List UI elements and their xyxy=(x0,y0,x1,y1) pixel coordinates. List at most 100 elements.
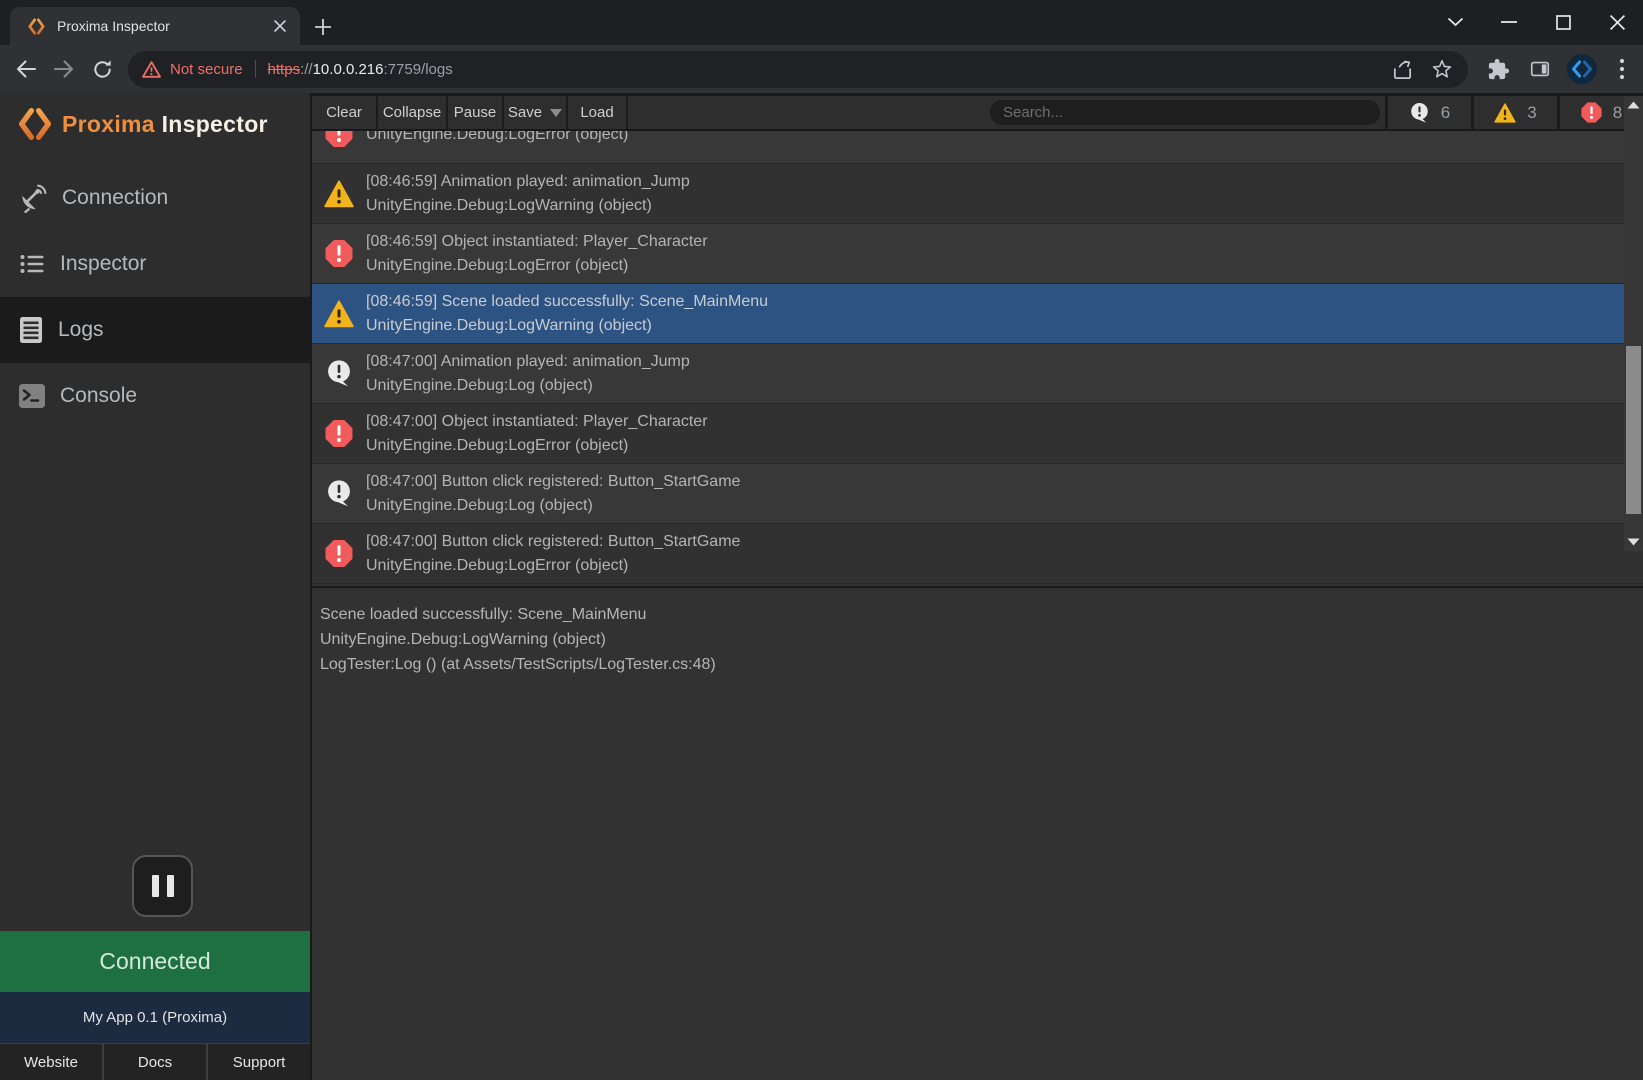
info-count: 6 xyxy=(1441,103,1450,123)
url-separator xyxy=(255,60,256,78)
app-logo: Proxima Inspector xyxy=(18,107,268,141)
connected-app-label: My App 0.1 (Proxima) xyxy=(0,992,310,1043)
error-log-icon xyxy=(1581,102,1602,123)
url-scheme: https xyxy=(268,61,301,78)
proxima-logo-icon xyxy=(18,107,52,141)
logs-toolbar: Clear Collapse Pause Save Load 6 3 8 xyxy=(312,96,1643,131)
log-message: [08:46:59] Scene loaded successfully: Sc… xyxy=(366,290,768,313)
load-button[interactable]: Load xyxy=(568,96,628,129)
browser-navbar: Not secure https://10.0.0.216:7759/logs xyxy=(0,45,1643,93)
browser-titlebar: Proxima Inspector xyxy=(0,0,1643,45)
connection-icon xyxy=(18,183,48,213)
support-link[interactable]: Support xyxy=(206,1044,310,1080)
log-source: UnityEngine.Debug:LogError (object) xyxy=(366,554,740,577)
save-dropdown-icon[interactable] xyxy=(550,109,562,117)
url-scheme-sep: :// xyxy=(300,61,313,78)
inspector-icon xyxy=(18,250,46,278)
sidebar-item-console[interactable]: Console xyxy=(0,363,310,429)
error-log-icon xyxy=(312,224,366,283)
log-row[interactable]: UnityEngine.Debug:LogError (object) xyxy=(312,131,1643,164)
sidebar-item-label: Console xyxy=(60,384,137,408)
sidebar-item-logs[interactable]: Logs xyxy=(0,297,310,363)
sidebar-footer: Website Docs Support xyxy=(0,1043,310,1080)
pause-icon xyxy=(152,875,159,897)
website-link[interactable]: Website xyxy=(0,1044,102,1080)
sidebar-item-label: Logs xyxy=(58,318,104,342)
tab-search-chevron-icon[interactable] xyxy=(1443,10,1467,34)
sidebar: Proxima Inspector Connection Inspector Log… xyxy=(0,93,310,1080)
log-detail-panel: Scene loaded successfully: Scene_MainMen… xyxy=(312,588,1643,1080)
tab-close-icon[interactable] xyxy=(270,16,290,36)
info-log-icon xyxy=(312,464,366,523)
tab-title: Proxima Inspector xyxy=(57,18,270,34)
sidebar-item-label: Inspector xyxy=(60,252,146,276)
browser-menu-icon[interactable] xyxy=(1610,57,1634,81)
browser-tab[interactable]: Proxima Inspector xyxy=(10,7,300,45)
info-log-icon xyxy=(1409,102,1430,124)
favicon-proxima-icon xyxy=(28,18,45,35)
log-row[interactable]: [08:47:00] Animation played: animation_J… xyxy=(312,344,1643,404)
bookmark-star-icon[interactable] xyxy=(1430,57,1454,81)
log-message: [08:46:59] Animation played: animation_J… xyxy=(366,170,690,193)
scroll-down-icon[interactable] xyxy=(1624,535,1643,549)
proxima-extension-icon[interactable] xyxy=(1566,53,1598,85)
log-message: [08:47:00] Button click registered: Butt… xyxy=(366,530,740,553)
window-maximize-icon[interactable] xyxy=(1551,10,1575,34)
share-icon[interactable] xyxy=(1390,57,1414,81)
log-row[interactable]: [08:47:00] Object instantiated: Player_C… xyxy=(312,404,1643,464)
log-source: UnityEngine.Debug:LogWarning (object) xyxy=(366,314,768,337)
extensions-puzzle-icon[interactable] xyxy=(1486,57,1510,81)
detail-message: Scene loaded successfully: Scene_MainMen… xyxy=(320,602,1643,627)
collapse-button[interactable]: Collapse xyxy=(378,96,448,129)
warning-log-icon xyxy=(312,164,366,223)
sidebar-item-inspector[interactable]: Inspector xyxy=(0,231,310,297)
scroll-up-icon[interactable] xyxy=(1624,98,1643,112)
window-minimize-icon[interactable] xyxy=(1497,10,1521,34)
logs-page: Clear Collapse Pause Save Load 6 3 8 Uni… xyxy=(310,93,1643,1080)
log-message: [08:47:00] Object instantiated: Player_C… xyxy=(366,410,708,433)
window-close-icon[interactable] xyxy=(1605,10,1629,34)
log-source: UnityEngine.Debug:LogError (object) xyxy=(366,254,708,277)
save-button[interactable]: Save xyxy=(504,96,568,129)
warning-log-icon xyxy=(1494,103,1516,123)
log-list: UnityEngine.Debug:LogError (object)[08:4… xyxy=(312,131,1643,586)
console-icon xyxy=(18,383,46,409)
not-secure-label[interactable]: Not secure xyxy=(170,61,243,78)
detail-stacktrace: LogTester:Log () (at Assets/TestScripts/… xyxy=(320,652,1643,677)
warning-count: 3 xyxy=(1527,103,1536,123)
new-tab-button[interactable] xyxy=(310,14,336,40)
log-source: UnityEngine.Debug:Log (object) xyxy=(366,494,740,517)
search-input[interactable] xyxy=(990,100,1380,125)
docs-link[interactable]: Docs xyxy=(102,1044,206,1080)
info-filter-toggle[interactable]: 6 xyxy=(1385,96,1471,129)
address-bar[interactable]: Not secure https://10.0.0.216:7759/logs xyxy=(128,51,1468,88)
reload-icon[interactable] xyxy=(90,57,114,81)
error-log-icon xyxy=(312,131,366,163)
side-panel-icon[interactable] xyxy=(1528,57,1552,81)
log-scrollbar[interactable] xyxy=(1624,96,1643,551)
forward-icon[interactable] xyxy=(52,57,76,81)
url-path: :7759/logs xyxy=(384,61,453,78)
clear-button[interactable]: Clear xyxy=(312,96,378,129)
logs-icon xyxy=(18,316,44,344)
pause-logs-button[interactable]: Pause xyxy=(448,96,504,129)
scrollbar-thumb[interactable] xyxy=(1626,346,1641,514)
log-source: UnityEngine.Debug:LogError (object) xyxy=(366,131,628,146)
warning-filter-toggle[interactable]: 3 xyxy=(1471,96,1557,129)
pause-connection-button[interactable] xyxy=(132,855,193,917)
log-row[interactable]: [08:47:00] Button click registered: Butt… xyxy=(312,524,1643,584)
app-title: Proxima Inspector xyxy=(62,111,268,138)
info-log-icon xyxy=(312,344,366,403)
log-row[interactable]: [08:47:00] Button click registered: Butt… xyxy=(312,464,1643,524)
detail-source: UnityEngine.Debug:LogWarning (object) xyxy=(320,627,1643,652)
log-row[interactable]: [08:46:59] Animation played: animation_J… xyxy=(312,164,1643,224)
log-message: [08:46:59] Object instantiated: Player_C… xyxy=(366,230,708,253)
error-log-icon xyxy=(312,404,366,463)
back-icon[interactable] xyxy=(14,57,38,81)
log-row[interactable]: [08:46:59] Scene loaded successfully: Sc… xyxy=(312,284,1643,344)
warning-log-icon xyxy=(312,284,366,343)
log-row[interactable]: [08:46:59] Object instantiated: Player_C… xyxy=(312,224,1643,284)
sidebar-item-label: Connection xyxy=(62,186,168,210)
error-log-icon xyxy=(312,524,366,583)
sidebar-item-connection[interactable]: Connection xyxy=(0,165,310,231)
